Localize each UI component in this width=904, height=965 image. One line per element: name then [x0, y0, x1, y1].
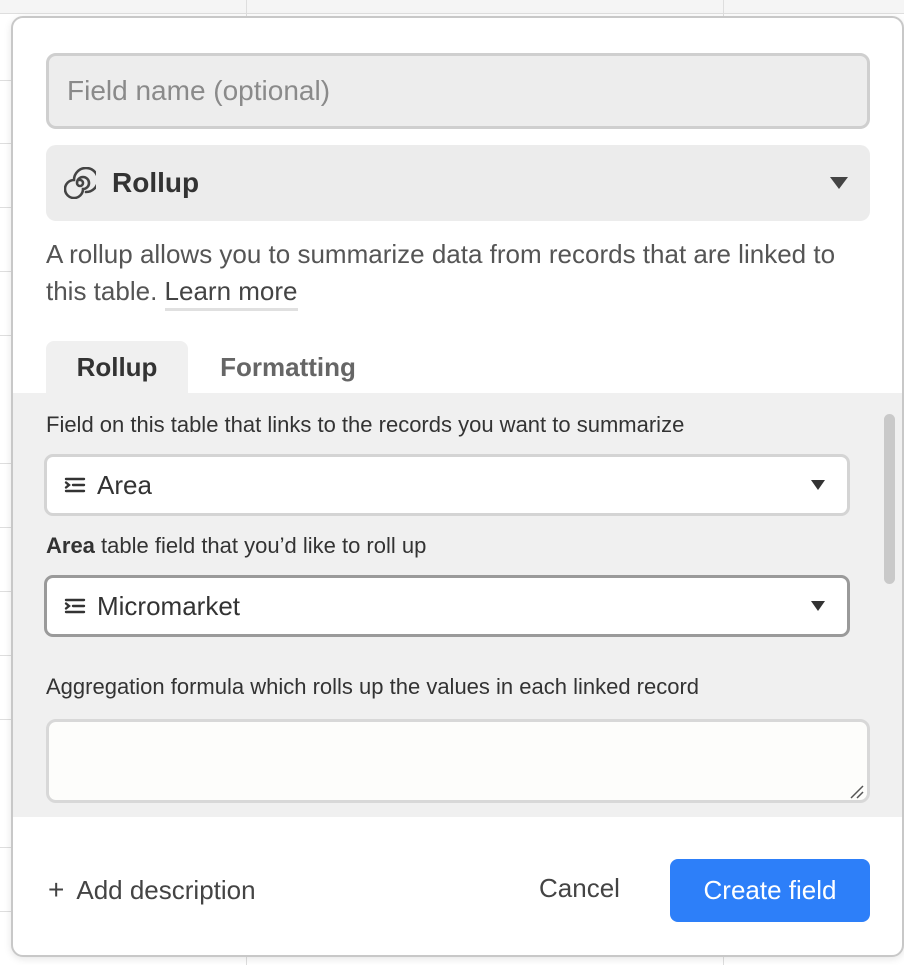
- chevron-down-icon: [830, 177, 848, 189]
- link-field-label: Field on this table that links to the re…: [46, 412, 685, 437]
- tab-formatting[interactable]: Formatting: [203, 341, 373, 393]
- rollup-field-label: Area table field that you’d like to roll…: [46, 533, 426, 559]
- linked-record-icon: [63, 475, 87, 495]
- chevron-down-icon: [811, 480, 825, 490]
- link-field-select[interactable]: Area: [44, 454, 850, 516]
- field-config-dialog: Rollup A rollup allows you to summarize …: [11, 16, 904, 957]
- resize-grip-icon[interactable]: [848, 783, 864, 799]
- link-field-value: Area: [97, 469, 152, 500]
- rollup-field-select[interactable]: Micromarket: [44, 575, 850, 637]
- add-description-button[interactable]: + Add description: [48, 874, 256, 906]
- tab-rollup[interactable]: Rollup: [46, 341, 188, 393]
- add-description-label: Add description: [76, 874, 256, 905]
- plus-icon: +: [48, 874, 65, 905]
- rollup-spiral-icon: [64, 167, 96, 199]
- field-type-label: Rollup: [112, 167, 200, 198]
- field-name-input[interactable]: [46, 53, 870, 129]
- chevron-down-icon: [811, 601, 825, 611]
- linked-record-icon: [63, 596, 87, 616]
- aggregation-formula-input[interactable]: [46, 719, 870, 803]
- field-type-select[interactable]: Rollup: [46, 145, 870, 221]
- field-type-description: A rollup allows you to summarize data fr…: [46, 236, 866, 311]
- cancel-button[interactable]: Cancel: [539, 873, 620, 904]
- linked-table-name: Area: [46, 533, 95, 558]
- create-field-button[interactable]: Create field: [670, 859, 870, 922]
- panel-scrollbar[interactable]: [884, 414, 895, 584]
- rollup-field-label-text: table field that you’d like to roll up: [94, 533, 427, 558]
- rollup-field-value: Micromarket: [97, 590, 241, 621]
- learn-more-link[interactable]: Learn more: [164, 276, 298, 311]
- aggregation-label: Aggregation formula which rolls up the v…: [46, 674, 700, 699]
- column-header-strip: [0, 0, 904, 14]
